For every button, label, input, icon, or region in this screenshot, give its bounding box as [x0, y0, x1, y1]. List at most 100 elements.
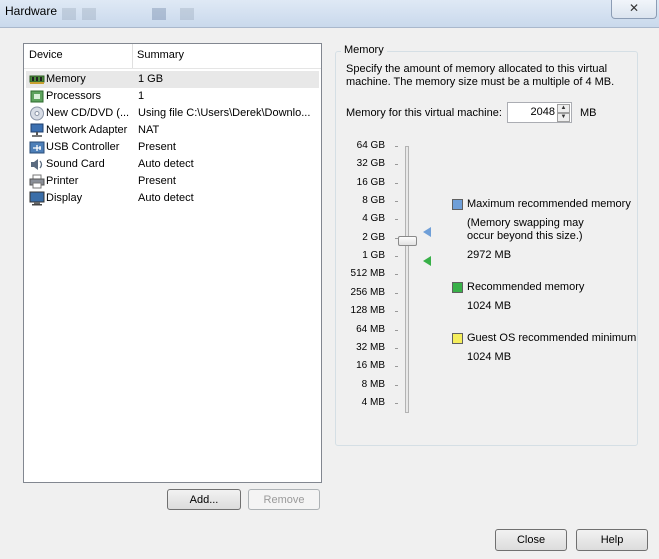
scale-tick	[395, 292, 398, 294]
scale-label: 4 GB	[362, 213, 385, 225]
column-header-summary[interactable]: Summary	[137, 49, 184, 61]
recommended-swatch	[452, 282, 463, 293]
memory-group-label: Memory	[341, 44, 387, 56]
scale-tick	[395, 311, 398, 313]
processor-icon	[30, 90, 44, 103]
device-name: Memory	[46, 73, 86, 85]
guest-os-minimum-swatch	[452, 333, 463, 344]
max-recommended-swatch	[452, 199, 463, 210]
toolbar-ghost-icon	[62, 8, 76, 20]
scale-label: 128 MB	[350, 305, 385, 317]
recommended-marker-icon	[423, 256, 431, 266]
cd-dvd-icon	[30, 106, 44, 121]
scale-tick	[395, 182, 398, 184]
scale-label: 16 GB	[356, 176, 385, 188]
scale-tick	[395, 256, 398, 258]
printer-icon	[29, 174, 45, 189]
scale-tick	[395, 347, 398, 349]
scale-tick	[395, 219, 398, 221]
scale-label: 16 MB	[356, 360, 385, 372]
scale-label: 64 MB	[356, 323, 385, 335]
device-name: Printer	[46, 175, 79, 187]
remove-button[interactable]: Remove	[248, 489, 320, 510]
add-button[interactable]: Add...	[167, 489, 241, 510]
device-name: Display	[46, 192, 83, 204]
memory-field-label: Memory for this virtual machine:	[346, 107, 502, 119]
column-header-device[interactable]: Device	[29, 49, 63, 61]
memory-unit: MB	[580, 107, 597, 119]
network-adapter-icon	[30, 123, 44, 137]
device-row-usb-controller[interactable]: USB Controller Present	[26, 139, 319, 156]
device-row-memory[interactable]: Memory 1 GB	[26, 71, 319, 88]
max-recommended-marker-icon	[423, 227, 431, 237]
device-summary: NAT	[138, 124, 160, 136]
device-row-sound-card[interactable]: Sound Card Auto detect	[26, 156, 319, 173]
memory-input[interactable]: 2048	[531, 106, 555, 118]
max-recommended-title: Maximum recommended memory	[467, 198, 631, 210]
column-separator[interactable]	[132, 44, 133, 68]
guest-os-minimum-value: 1024 MB	[467, 351, 512, 363]
toolbar-ghost-icon	[82, 8, 96, 20]
memory-icon	[29, 75, 45, 84]
device-row-cd-dvd[interactable]: New CD/DVD (... Using file C:\Users\Dere…	[26, 105, 319, 122]
device-summary: Present	[138, 141, 176, 153]
scale-tick	[395, 146, 398, 147]
scale-tick	[395, 164, 398, 166]
recommended-title: Recommended memory	[467, 281, 585, 293]
scale-label: 1 GB	[362, 250, 385, 262]
list-header: Device Summary	[24, 44, 321, 69]
scale-label: 8 GB	[362, 195, 385, 207]
scale-label: 4 MB	[361, 396, 385, 408]
scale-label: 2 GB	[362, 231, 385, 243]
device-summary: 1 GB	[138, 73, 164, 85]
scale-label: 64 GB	[356, 140, 385, 151]
scale-tick	[395, 201, 398, 203]
scale-tick	[395, 329, 398, 331]
usb-icon	[29, 141, 45, 154]
device-name: Network Adapter	[46, 124, 128, 136]
toolbar-ghost-icon	[152, 8, 166, 20]
scale-label: 512 MB	[350, 268, 385, 280]
max-recommended-value: 2972 MB	[467, 249, 512, 261]
scale-label: 8 MB	[361, 378, 385, 390]
scale-label: 256 MB	[350, 286, 385, 298]
memory-slider-thumb[interactable]	[398, 236, 417, 246]
device-row-display[interactable]: Display Auto detect	[26, 190, 319, 207]
scale-tick	[395, 402, 398, 404]
memory-description: Specify the amount of memory allocated t…	[346, 63, 615, 88]
sound-card-icon	[31, 159, 43, 170]
device-name: Processors	[46, 90, 102, 102]
scale-tick	[395, 366, 398, 368]
device-summary: Using file C:\Users\Derek\Downlo...	[138, 107, 311, 119]
device-row-network-adapter[interactable]: Network Adapter NAT	[26, 122, 319, 139]
close-button[interactable]: Close	[495, 529, 567, 551]
device-summary: Auto detect	[138, 158, 194, 170]
device-summary: Present	[138, 175, 176, 187]
device-name: Sound Card	[46, 158, 105, 170]
memory-stepper[interactable]: 2048 ▲ ▼	[507, 102, 572, 123]
title-bar: Hardware ✕	[0, 0, 659, 28]
recommended-value: 1024 MB	[467, 300, 512, 312]
scale-tick	[395, 274, 398, 276]
device-row-printer[interactable]: Printer Present	[26, 173, 319, 190]
display-icon	[29, 191, 45, 206]
device-row-processors[interactable]: Processors 1	[26, 88, 319, 105]
help-button[interactable]: Help	[576, 529, 648, 551]
window-title: Hardware	[5, 4, 58, 18]
close-icon: ✕	[628, 1, 640, 15]
scale-label: 32 GB	[356, 158, 385, 170]
scale-label: 32 MB	[356, 341, 385, 353]
stepper-up-button[interactable]: ▲	[557, 104, 570, 113]
guest-os-minimum-title: Guest OS recommended minimum	[467, 332, 637, 344]
window-close-button[interactable]: ✕	[611, 0, 657, 19]
toolbar-ghost-icon	[180, 8, 194, 20]
max-recommended-note: (Memory swapping may occur beyond this s…	[467, 217, 584, 242]
stepper-down-button[interactable]: ▼	[557, 113, 570, 122]
device-summary: 1	[138, 90, 145, 102]
scale-tick	[395, 384, 398, 386]
device-name: New CD/DVD (...	[46, 107, 130, 119]
memory-slider-track[interactable]	[405, 146, 409, 413]
device-summary: Auto detect	[138, 192, 194, 204]
device-name: USB Controller	[46, 141, 120, 153]
device-list[interactable]: Device Summary Memory 1 GB Processors 1 …	[23, 43, 322, 483]
